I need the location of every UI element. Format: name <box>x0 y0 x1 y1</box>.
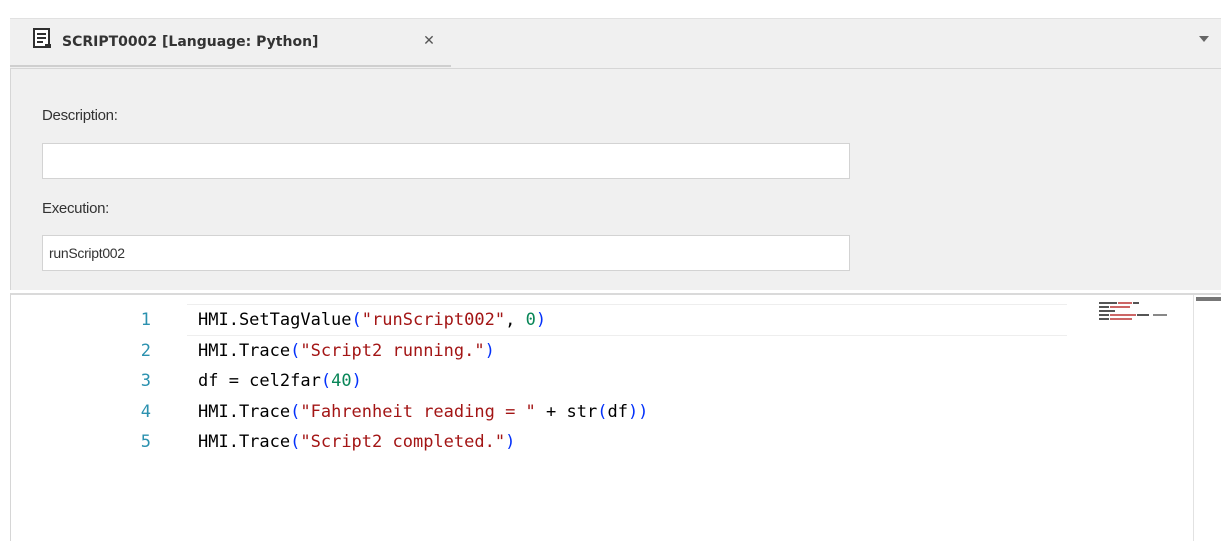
chevron-down-icon[interactable] <box>1196 31 1212 47</box>
code-line[interactable]: 1 HMI.SetTagValue("runScript002", 0) <box>11 305 1081 335</box>
code-token-plain: HMI.Trace <box>198 432 291 452</box>
code-token-num: 0 <box>525 310 536 330</box>
code-line[interactable]: 3 df = cel2far(40) <box>11 366 1081 396</box>
description-label: Description: <box>42 107 118 124</box>
code-token-str: "Fahrenheit reading = " <box>300 401 536 422</box>
code-token-str: "runScript002" <box>361 310 506 330</box>
line-number: 2 <box>140 340 151 361</box>
document-tab-strip: SCRIPT0002 [Language: Python] ✕ <box>10 18 1221 69</box>
code-token-bracket: ) <box>535 310 547 330</box>
code-editor[interactable]: 1 HMI.SetTagValue("runScript002", 0) 2 HMI.… <box>10 293 1221 541</box>
code-text: HMI.Trace("Script2 completed.") <box>198 427 515 457</box>
code-token-plain: HMI.Trace <box>198 401 291 422</box>
code-token-num: 40 <box>331 371 352 391</box>
code-line[interactable]: 4 HMI.Trace("Fahrenheit reading = " + str… <box>11 397 1081 427</box>
code-line[interactable]: 2 HMI.Trace("Script2 running.") <box>11 336 1081 366</box>
code-token-plain: HMI.Trace <box>198 340 291 361</box>
code-token-bracket: ) <box>484 340 495 361</box>
tab-close-icon[interactable]: ✕ <box>421 33 437 49</box>
code-text: df = cel2far(40) <box>198 366 362 396</box>
code-token-bracket: ( <box>290 401 301 422</box>
code-token-bracket: )) <box>627 401 649 422</box>
code-text: HMI.SetTagValue("runScript002", 0) <box>198 305 546 335</box>
line-number: 1 <box>140 310 151 330</box>
script-properties-panel: Description: Execution: <box>10 68 1221 290</box>
code-line[interactable]: 5 HMI.Trace("Script2 completed.") <box>11 427 1081 457</box>
code-text: HMI.Trace("Script2 running.") <box>198 336 495 366</box>
code-token-bracket: ) <box>351 371 362 391</box>
code-token-plain: HMI.SetTagValue <box>198 310 352 330</box>
code-token-bracket: ( <box>597 401 608 422</box>
code-token-bracket: ( <box>290 340 301 361</box>
scrollbar-thumb[interactable] <box>1196 297 1221 301</box>
code-token-str: "Script2 completed." <box>300 432 506 452</box>
line-number: 5 <box>140 432 151 452</box>
code-token-plain: df = cel2far <box>198 371 321 391</box>
execution-input[interactable] <box>42 235 850 271</box>
tab-script0002[interactable]: SCRIPT0002 [Language: Python] ✕ <box>10 19 451 67</box>
code-token-bracket: ( <box>320 371 332 391</box>
code-token-bracket: ( <box>351 310 362 330</box>
execution-label: Execution: <box>42 200 110 217</box>
script-editor-window: SCRIPT0002 [Language: Python] ✕ Descript… <box>0 0 1221 541</box>
code-token-bracket: ) <box>505 432 516 452</box>
script-document-icon <box>33 28 51 48</box>
vertical-scrollbar[interactable] <box>1193 295 1221 541</box>
code-minimap[interactable] <box>1099 301 1183 323</box>
tab-title: SCRIPT0002 [Language: Python] <box>62 34 319 50</box>
line-number: 4 <box>140 401 151 422</box>
code-token-str: "Script2 running." <box>300 340 485 361</box>
description-input[interactable] <box>42 143 850 179</box>
code-token-plain: , <box>505 310 526 330</box>
code-token-plain: df <box>607 401 628 422</box>
line-number: 3 <box>140 371 151 391</box>
code-token-bracket: ( <box>290 432 301 452</box>
code-text: HMI.Trace("Fahrenheit reading = " + str(… <box>198 397 648 427</box>
code-token-plain: + str <box>535 401 598 422</box>
